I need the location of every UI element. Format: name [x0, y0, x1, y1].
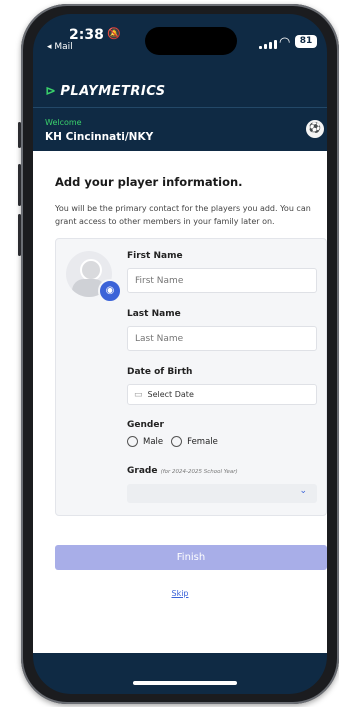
playmetrics-logo-icon: ⊳ — [45, 84, 57, 99]
avatar-head — [80, 259, 102, 281]
chevron-down-icon: ⌄ — [299, 486, 307, 496]
gender-female-label: Female — [187, 436, 218, 447]
gender-female-radio[interactable] — [171, 436, 183, 447]
dynamic-island — [145, 27, 237, 55]
phone-frame: 2:38 🔕 ◂ Mail ◠ 81 ⊳ PLAYMETRICS Welcome … — [18, 4, 339, 704]
gender-male-label: Male — [143, 436, 164, 447]
phone-screen: 2:38 🔕 ◂ Mail ◠ 81 ⊳ PLAYMETRICS Welcome … — [33, 14, 327, 694]
grade-label: Grade (for 2024-2025 School Year) — [127, 466, 238, 476]
status-time: 2:38 — [69, 27, 104, 43]
page-title: Add your player information. — [55, 175, 243, 189]
player-form-page: Add your player information. You will be… — [33, 151, 327, 653]
page-description: You will be the primary contact for the … — [55, 204, 311, 226]
grade-hint: (for 2024-2025 School Year) — [160, 469, 238, 475]
brand-name: PLAYMETRICS — [60, 84, 166, 99]
camera-icon[interactable]: ◉ — [98, 279, 122, 303]
last-name-label: Last Name — [127, 309, 181, 319]
first-name-input[interactable] — [127, 268, 317, 293]
last-name-input[interactable] — [127, 326, 317, 351]
skip-link[interactable]: Skip — [33, 589, 327, 598]
header-divider — [33, 107, 327, 108]
dob-date-picker[interactable]: ▭ Select Date — [127, 384, 317, 405]
silent-bell-icon: 🔕 — [107, 27, 121, 40]
wifi-icon: ◠ — [279, 35, 291, 50]
side-button — [18, 164, 21, 206]
battery-indicator: 81 — [295, 35, 317, 48]
grade-label-text: Grade — [127, 466, 158, 476]
gender-radio-group: Male Female — [127, 436, 218, 447]
grade-select[interactable]: ⌄ — [127, 484, 317, 503]
gender-male-radio[interactable] — [127, 436, 138, 447]
welcome-label: Welcome — [45, 118, 82, 127]
dob-label: Date of Birth — [127, 367, 193, 377]
club-name: KH Cincinnati/NKY — [45, 131, 154, 143]
cellular-signal-icon — [259, 40, 277, 49]
dob-placeholder: Select Date — [147, 390, 194, 399]
calendar-icon: ▭ — [134, 390, 143, 400]
player-info-card: ◉ First Name Last Name Date of Birth ▭ Se… — [55, 238, 327, 516]
side-button — [18, 122, 21, 148]
first-name-label: First Name — [127, 251, 183, 261]
brand-logo: ⊳ PLAYMETRICS — [45, 84, 166, 99]
status-bar: 2:38 🔕 ◂ Mail ◠ 81 — [33, 14, 327, 58]
gender-label: Gender — [127, 420, 164, 430]
finish-button[interactable]: Finish — [55, 545, 327, 570]
home-indicator[interactable] — [133, 681, 237, 685]
side-button — [18, 214, 21, 256]
back-to-mail-link[interactable]: ◂ Mail — [47, 42, 73, 52]
club-logo-icon[interactable]: ⚽ — [306, 120, 324, 138]
